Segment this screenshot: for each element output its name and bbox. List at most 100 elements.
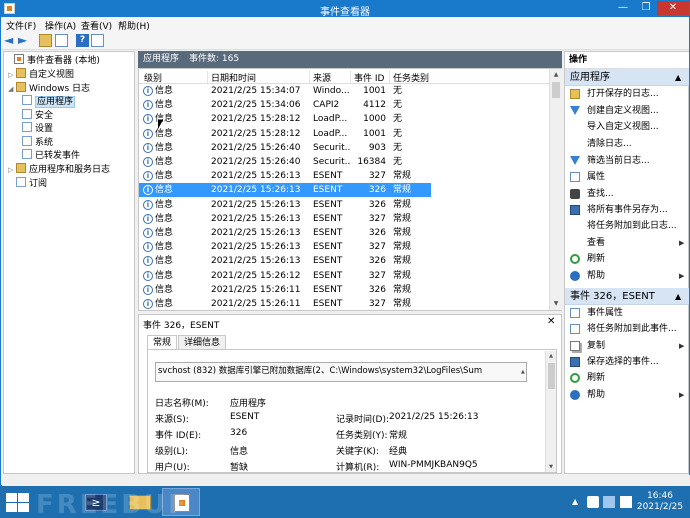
detail-close-icon[interactable]: ✕ bbox=[547, 316, 555, 327]
table-row[interactable]: i 信息 2021/2/25 15:26:13 ESENT 326 常规 bbox=[139, 226, 549, 240]
expand-arrow-icon[interactable]: ▷ bbox=[8, 69, 16, 82]
scroll-up-arrow-icon[interactable]: ▲ bbox=[550, 69, 562, 81]
table-row[interactable]: i 信息 2021/2/25 15:26:11 ESENT 326 常规 bbox=[139, 283, 549, 297]
scroll-thumb[interactable] bbox=[548, 363, 555, 389]
back-arrow-icon[interactable]: ◄ bbox=[4, 34, 17, 47]
tree-windows-logs[interactable]: ◢ Windows 日志 bbox=[8, 82, 90, 95]
action-copy[interactable]: 复制 ▶ bbox=[565, 338, 689, 354]
column-task-category[interactable]: 任务类别 bbox=[389, 71, 431, 84]
cell-datetime: 2021/2/25 15:26:13 bbox=[211, 213, 301, 224]
restore-button[interactable]: ❐ bbox=[635, 1, 657, 15]
column-level[interactable]: 级别 bbox=[141, 71, 207, 84]
action-import-custom-view[interactable]: 导入自定义视图... bbox=[565, 119, 689, 135]
action-refresh-event[interactable]: 刷新 bbox=[565, 370, 689, 386]
column-event-id[interactable]: 事件 ID bbox=[350, 71, 389, 84]
table-row[interactable]: i 信息 2021/2/25 15:26:13 ESENT 327 常规 bbox=[139, 212, 549, 226]
cell-event-id: 326 bbox=[368, 228, 386, 238]
action-attach-task-to-log[interactable]: 将任务附加到此日志... bbox=[565, 218, 689, 234]
event-viewer-window: 事件查看器 — ❐ ✕ 文件(F) 操作(A) 查看(V) 帮助(H) ◄ ► … bbox=[0, 0, 690, 486]
menu-view[interactable]: 查看(V) bbox=[81, 19, 112, 32]
action-event-properties[interactable]: 事件属性 bbox=[565, 305, 689, 321]
action-save-all-events[interactable]: 将所有事件另存为... bbox=[565, 202, 689, 218]
action-clear-log[interactable]: 清除日志... bbox=[565, 136, 689, 152]
action-find[interactable]: 查找... bbox=[565, 186, 689, 202]
action-help[interactable]: 帮助 ▶ bbox=[565, 268, 689, 284]
table-row[interactable]: i 信息 2021/2/25 15:26:13 ESENT 326 常规 bbox=[139, 183, 431, 198]
tab-general[interactable]: 常规 bbox=[147, 335, 178, 350]
column-source[interactable]: 来源 bbox=[309, 71, 350, 84]
cell-source: ESENT bbox=[313, 228, 343, 238]
event-list-scrollbar[interactable]: ▲ ▼ bbox=[549, 69, 562, 310]
column-datetime[interactable]: 日期和时间 bbox=[207, 71, 309, 84]
cell-datetime: 2021/2/25 15:26:13 bbox=[211, 199, 301, 210]
title-bar[interactable]: 事件查看器 — ❐ ✕ bbox=[1, 1, 689, 18]
tree-log-security[interactable]: 安全 bbox=[22, 109, 53, 122]
tree-log-application[interactable]: 应用程序 bbox=[22, 95, 76, 108]
table-row[interactable]: i 信息 2021/2/25 15:26:13 ESENT 326 常规 bbox=[139, 254, 549, 268]
clock[interactable]: 16:46 2021/2/25 bbox=[630, 491, 690, 513]
network-icon[interactable] bbox=[603, 496, 615, 508]
scroll-down-arrow-icon[interactable]: ▼ bbox=[546, 464, 556, 470]
forward-arrow-icon[interactable]: ► bbox=[18, 34, 31, 47]
detail-scrollbar[interactable]: ▲ ▼ bbox=[545, 351, 556, 472]
table-row[interactable]: i 信息 2021/2/25 15:26:40 Securit... 16384 无 bbox=[139, 155, 549, 169]
table-row[interactable]: i 信息 2021/2/25 15:34:06 CAPI2 4112 无 bbox=[139, 98, 549, 112]
tree-log-forwarded[interactable]: 已转发事件 bbox=[22, 149, 80, 162]
show-hide-console-tree-icon[interactable] bbox=[55, 34, 68, 47]
menu-action[interactable]: 操作(A) bbox=[45, 19, 76, 32]
action-view[interactable]: 查看 ▶ bbox=[565, 235, 689, 251]
collapse-arrow-icon[interactable]: ◢ bbox=[8, 83, 16, 96]
expand-arrow-icon[interactable]: ▷ bbox=[8, 164, 16, 177]
table-row[interactable]: i 信息 2021/2/25 15:28:12 LoadP... 1001 无 bbox=[139, 127, 549, 141]
up-folder-icon[interactable] bbox=[39, 34, 52, 47]
action-save-selected-events[interactable]: 保存选择的事件... bbox=[565, 354, 689, 370]
save-icon bbox=[570, 205, 580, 215]
show-hidden-icons-icon[interactable]: ▲ bbox=[572, 496, 584, 508]
event-description[interactable]: svchost (832) 数据库引擎已附加数据库(2、C:\Windows\s… bbox=[155, 362, 527, 382]
action-properties[interactable]: 属性 bbox=[565, 169, 689, 185]
actions-section-event[interactable]: 事件 326，ESENT ▲ bbox=[565, 288, 689, 305]
scroll-up-arrow-icon[interactable]: ▲ bbox=[546, 353, 556, 359]
tree-subscriptions[interactable]: 订阅 bbox=[8, 177, 47, 190]
cell-task-category: 无 bbox=[393, 114, 403, 125]
table-row[interactable]: i 信息 2021/2/25 15:26:13 ESENT 327 常规 bbox=[139, 169, 549, 183]
table-row[interactable]: i 信息 2021/2/25 15:26:11 ESENT 327 常规 bbox=[139, 297, 549, 311]
action-refresh[interactable]: 刷新 bbox=[565, 251, 689, 267]
action-attach-task-to-event[interactable]: 将任务附加到此事件... bbox=[565, 321, 689, 337]
tree-custom-views[interactable]: ▷ 自定义视图 bbox=[8, 68, 74, 81]
menu-file[interactable]: 文件(F) bbox=[6, 19, 36, 32]
help-icon[interactable]: ? bbox=[76, 34, 89, 47]
description-scroll-icon[interactable]: ▲▼ bbox=[521, 364, 526, 380]
menu-help[interactable]: 帮助(H) bbox=[118, 19, 150, 32]
scroll-down-arrow-icon[interactable]: ▼ bbox=[550, 298, 562, 310]
actions-section-application[interactable]: 应用程序 ▲ bbox=[565, 69, 689, 86]
tree-app-service-logs[interactable]: ▷ 应用程序和服务日志 bbox=[8, 163, 110, 176]
cell-level: 信息 bbox=[155, 171, 174, 182]
column-header: 级别 日期和时间 来源 事件 ID 任务类别 bbox=[139, 69, 549, 84]
table-row[interactable]: i 信息 2021/2/25 15:26:13 ESENT 326 常规 bbox=[139, 198, 549, 212]
action-create-custom-view[interactable]: 创建自定义视图... bbox=[565, 103, 689, 119]
start-button[interactable] bbox=[4, 492, 30, 512]
table-row[interactable]: i 信息 2021/2/25 15:26:13 ESENT 327 常规 bbox=[139, 240, 549, 254]
scroll-thumb[interactable] bbox=[552, 82, 560, 98]
tree-root[interactable]: 事件查看器 (本地) bbox=[6, 54, 100, 67]
tree-log-setup[interactable]: 设置 bbox=[22, 122, 53, 135]
collapse-arrow-icon[interactable]: ▲ bbox=[675, 69, 681, 86]
collapse-arrow-icon[interactable]: ▲ bbox=[675, 288, 681, 305]
log-icon bbox=[22, 95, 32, 105]
tab-details[interactable]: 详细信息 bbox=[178, 335, 227, 350]
minimize-button[interactable]: — bbox=[612, 1, 634, 15]
info-icon: i bbox=[143, 157, 153, 167]
action-open-saved-log[interactable]: 打开保存的日志... bbox=[565, 86, 689, 102]
table-row[interactable]: i 信息 2021/2/25 15:34:07 Windo... 1001 无 bbox=[139, 84, 549, 98]
cell-level: 信息 bbox=[155, 142, 174, 153]
show-hide-action-pane-icon[interactable] bbox=[91, 34, 104, 47]
table-row[interactable]: i 信息 2021/2/25 15:26:12 ESENT 327 常规 bbox=[139, 269, 549, 283]
close-button[interactable]: ✕ bbox=[657, 1, 689, 15]
action-help-event[interactable]: 帮助 ▶ bbox=[565, 387, 689, 403]
action-filter-current-log[interactable]: 筛选当前日志... bbox=[565, 153, 689, 169]
table-row[interactable]: i 信息 2021/2/25 15:28:12 LoadP... 1000 无 bbox=[139, 112, 549, 126]
tree-log-system[interactable]: 系统 bbox=[22, 136, 53, 149]
table-row[interactable]: i 信息 2021/2/25 15:26:40 Securit... 903 无 bbox=[139, 141, 549, 155]
action-center-flag-icon[interactable] bbox=[587, 496, 599, 508]
